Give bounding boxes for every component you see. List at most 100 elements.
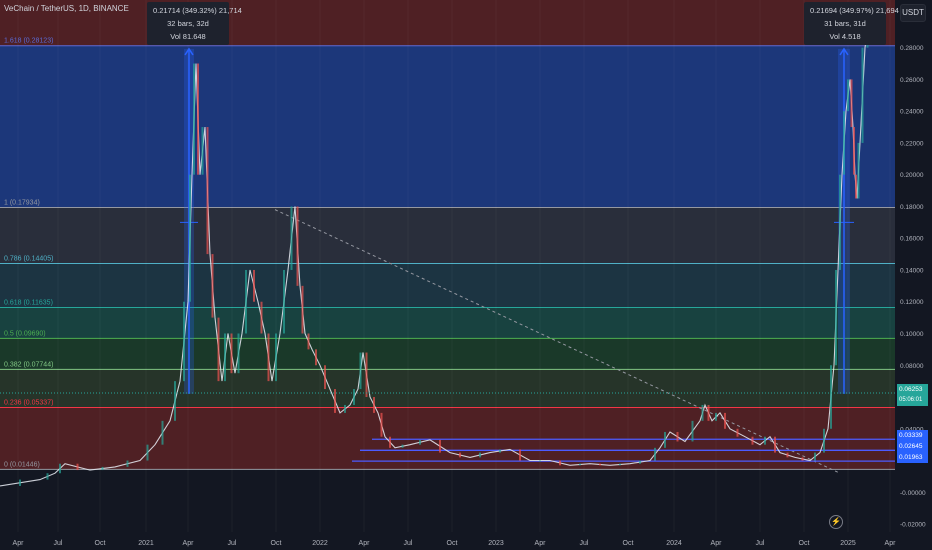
candle [193,63,195,175]
candle [296,206,299,286]
candle [183,301,185,382]
current-price-badge: 0.06253 [897,384,928,395]
candle [290,206,293,270]
candle [237,333,240,374]
candle [380,412,383,437]
level-badge: 0.01963 [897,452,928,463]
tooltip-change: 0.21714 (349.32%) 21,714 [153,6,242,15]
candle [373,397,375,413]
fib-label: 1 (0.17934) [4,199,40,206]
candle [857,142,860,199]
y-tick-label: 0.24000 [900,109,924,116]
candle [389,436,391,448]
candle [365,352,368,398]
candle [847,79,849,112]
candle [19,479,21,486]
x-tick-label: 2022 [312,540,328,547]
candle [691,420,694,442]
x-tick-label: Apr [535,540,547,547]
y-tick-label: 0.16000 [900,236,924,243]
x-tick-label: Jul [54,540,63,547]
y-tick-label: 0.22000 [900,140,924,147]
candle [76,463,79,471]
candle [253,269,255,302]
candle [853,127,855,175]
chart-canvas[interactable]: 1.618 (0.28123) 1 (0.17934) 0.786 (0.14405… [0,0,932,550]
y-tick-label: 0.10000 [900,331,924,338]
tooltip-change: 0.21694 (349.97%) 21,694 [810,6,899,15]
candle [174,381,176,421]
fib-band [0,45,895,208]
tooltip-bars: 31 bars, 31d [824,19,866,28]
candle [315,349,317,366]
x-tick-label: Apr [885,540,897,547]
candle [639,460,641,464]
tooltip-volume: Vol 4.518 [829,32,861,41]
currency-button[interactable]: USDT [900,4,926,22]
fib-label: 1.618 (0.28123) [4,38,53,45]
fib-label: 0.5 (0.09690) [4,330,46,337]
x-tick-label: 2021 [138,540,154,547]
candle [189,174,191,302]
candle [206,127,209,255]
candle [774,436,776,453]
candle [283,269,285,334]
y-axis: 0.300000.280000.260000.240000.220000.200… [895,0,932,550]
y-tick-label: 0.14000 [900,267,924,274]
fib-band [0,263,895,308]
lightning-icon[interactable]: ⚡ [829,515,843,529]
fib-label: 0.618 (0.11635) [4,300,53,307]
fib-band [0,0,895,46]
candle [146,444,149,461]
candle [224,333,226,382]
candle [830,365,832,429]
candle [230,333,233,374]
measure-tooltip-1: 0.21714 (349.32%) 21,714 32 bars, 32d Vo… [147,2,242,45]
candle [539,460,541,462]
candle [823,428,825,453]
candle [479,452,481,458]
measure-tooltip-2: 0.21694 (349.97%) 21,694 31 bars, 31d Vo… [804,2,899,45]
candle [579,463,581,466]
candle [715,412,717,421]
fib-band [0,307,895,339]
candle [619,463,621,466]
candle [301,285,304,334]
x-tick-label: Apr [183,540,195,547]
y-tick-label: -0.02000 [900,522,926,529]
candle [267,333,270,382]
x-tick-label: Jul [580,540,589,547]
candle [401,444,404,448]
candle [419,439,421,445]
fib-label: 0.236 (0.05337) [4,400,53,407]
tooltip-volume: Vol 81.648 [170,32,206,41]
x-tick-label: Oct [95,540,106,547]
candle [46,473,49,480]
candle [707,404,710,421]
candle [736,428,739,437]
y-tick-label: 0.28000 [900,45,924,52]
candle [664,431,666,448]
fib-label: 0.382 (0.07744) [4,361,53,368]
x-tick-label: Oct [271,540,282,547]
candle [459,452,461,458]
candle [559,460,561,466]
candle [275,333,277,382]
x-axis: Apr Jul Oct 2021 Apr Jul Oct 2022 Apr Jul Oct 2023 A… [0,532,932,550]
candle [324,365,326,390]
candle [839,174,841,270]
candle [724,412,726,429]
y-tick-label: 0.26000 [900,77,924,84]
tooltip-bars: 32 bars, 32d [167,19,209,28]
x-tick-label: 2023 [488,540,504,547]
candle [861,47,864,143]
y-tick-label: 0.12000 [900,299,924,306]
x-tick-label: 2024 [666,540,682,547]
candle [101,466,104,471]
candle [519,449,521,461]
fib-band [0,207,895,264]
level-badge: 0.03339 [897,430,928,441]
candle [59,463,61,474]
candle [676,431,679,442]
candle [344,404,346,413]
